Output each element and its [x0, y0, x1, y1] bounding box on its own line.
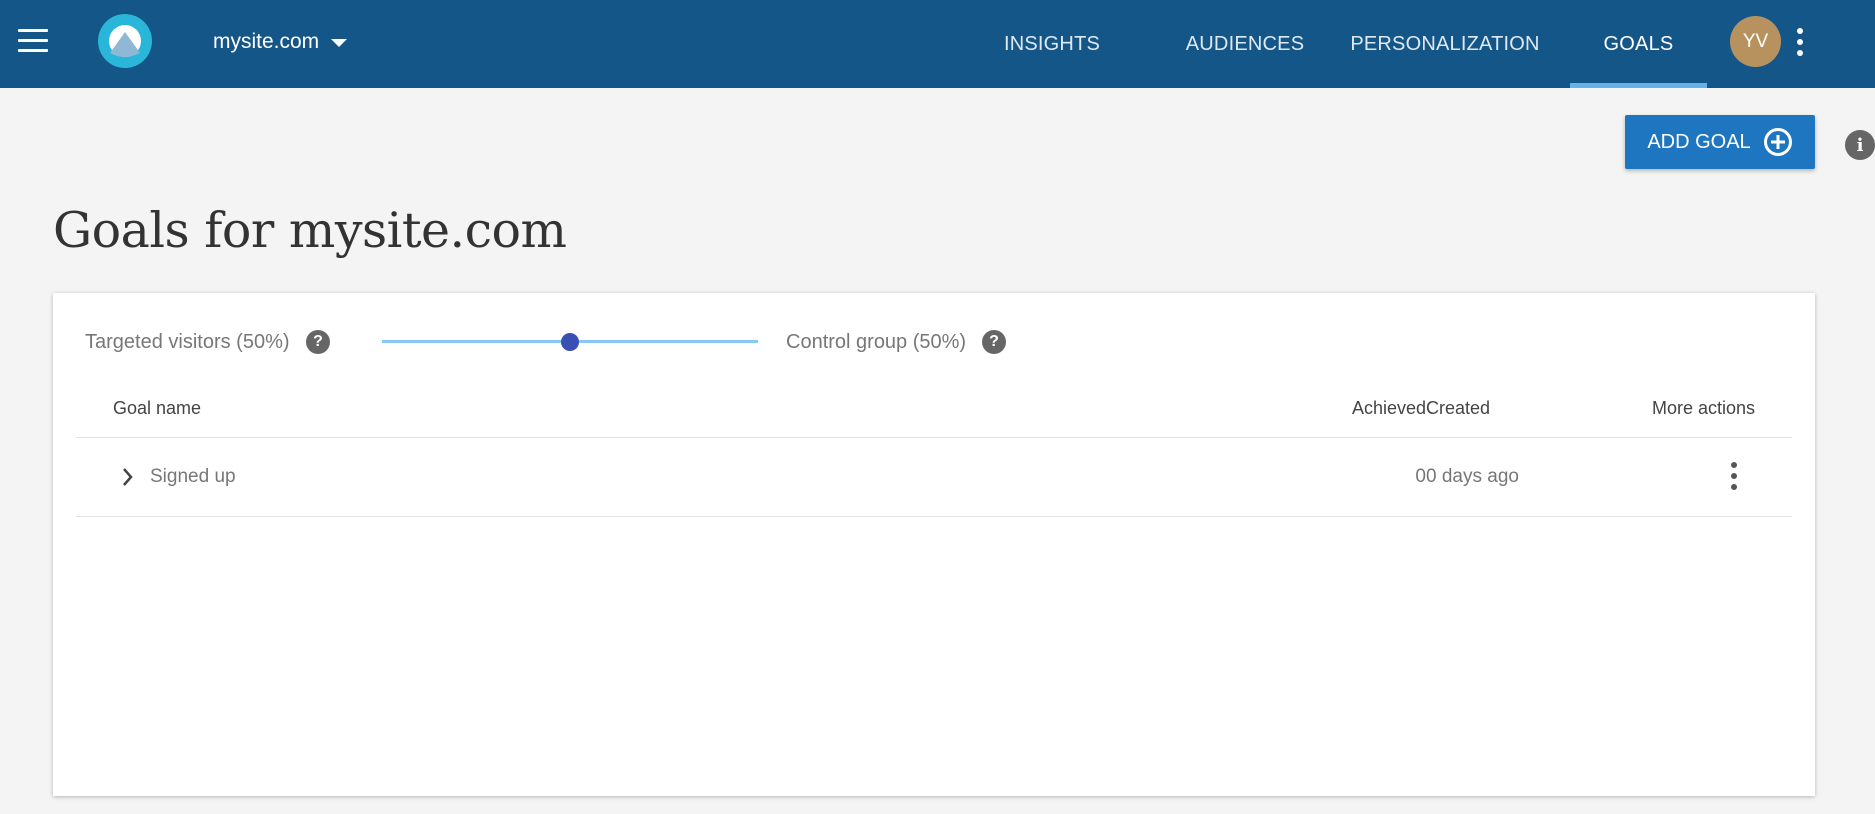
- targeted-visitors-label: Targeted visitors (50%): [85, 330, 290, 353]
- logo-icon[interactable]: [97, 13, 153, 69]
- created-cell: 0 days ago: [1426, 466, 1519, 487]
- control-help-icon[interactable]: ?: [982, 330, 1006, 354]
- slider-thumb[interactable]: [561, 333, 579, 351]
- achieved-cell: 0: [1415, 466, 1426, 487]
- traffic-split-slider[interactable]: [382, 327, 758, 357]
- column-goal-name[interactable]: Goal name: [113, 393, 201, 423]
- caret-down-icon: [331, 39, 348, 47]
- tab-insights[interactable]: INSIGHTS: [984, 0, 1120, 88]
- chevron-right-icon[interactable]: [120, 464, 136, 490]
- column-more-actions: More actions: [1651, 397, 1755, 418]
- plus-circle-icon: [1763, 128, 1792, 156]
- add-goal-label: ADD GOAL: [1647, 130, 1751, 153]
- column-created[interactable]: Created: [1426, 393, 1490, 423]
- hamburger-icon[interactable]: [18, 29, 48, 53]
- goals-card: Targeted visitors (50%) ? Control group …: [53, 293, 1815, 796]
- targeted-help-icon[interactable]: ?: [306, 330, 330, 354]
- avatar[interactable]: YV: [1730, 16, 1781, 67]
- tab-audiences[interactable]: AUDIENCES: [1160, 0, 1330, 88]
- table-row[interactable]: Signed up 0 0 days ago: [76, 438, 1792, 516]
- site-selector-label: mysite.com: [213, 30, 320, 53]
- tab-goals[interactable]: GOALS: [1570, 0, 1707, 88]
- row-kebab-icon[interactable]: [1728, 460, 1740, 494]
- info-icon[interactable]: i: [1845, 130, 1875, 160]
- column-achieved[interactable]: Achieved: [1300, 393, 1426, 423]
- goal-name-cell: Signed up: [150, 466, 236, 487]
- top-bar: mysite.com INSIGHTS AUDIENCES PERSONALIZ…: [0, 0, 1875, 88]
- tab-personalization[interactable]: PERSONALIZATION: [1345, 0, 1545, 88]
- add-goal-button[interactable]: ADD GOAL: [1625, 115, 1815, 169]
- control-group-label: Control group (50%): [786, 330, 967, 353]
- page-title: Goals for mysite.com: [53, 202, 567, 259]
- site-selector[interactable]: mysite.com: [213, 26, 348, 58]
- row-divider: [76, 516, 1792, 517]
- kebab-icon[interactable]: [1794, 24, 1806, 60]
